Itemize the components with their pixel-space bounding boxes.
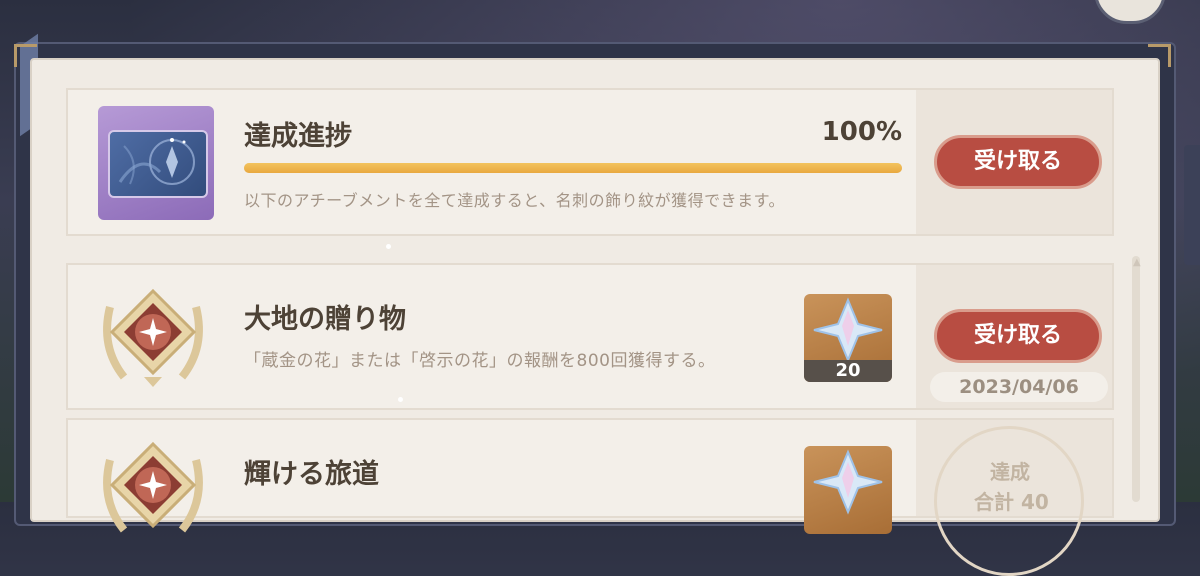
achievement-row: 輝ける旅道 達成 合計 40: [66, 418, 1114, 576]
side-tab[interactable]: [1184, 145, 1200, 265]
progress-bar: [244, 163, 902, 173]
progress-bar-fill: [244, 163, 902, 173]
reward-count: 20: [804, 360, 892, 382]
completion-date: 2023/04/06: [930, 372, 1108, 402]
claim-namecard-button[interactable]: 受け取る: [934, 135, 1102, 189]
progress-percent: 100%: [821, 117, 902, 147]
achievement-title: 輝ける旅道: [244, 459, 379, 490]
achievement-row: 大地の贈り物 「蔵金の花」または「啓示の花」の報酬を800回獲得する。 20 受…: [66, 263, 1114, 410]
achievement-laurel-icon: [103, 288, 203, 387]
progress-title: 達成進捗: [244, 121, 352, 152]
progress-description: 以下のアチーブメントを全て達成すると、名刺の飾り紋が獲得できます。: [244, 191, 785, 210]
claim-reward-button[interactable]: 受け取る: [934, 309, 1102, 363]
sparkle-decoration: [386, 244, 391, 249]
achievement-description: 「蔵金の花」または「啓示の花」の報酬を800回獲得する。: [244, 351, 716, 371]
scrollbar[interactable]: [1132, 256, 1140, 502]
completion-total: 合計 40: [974, 490, 1049, 514]
achievement-laurel-icon: [103, 441, 203, 533]
primogem-icon: [813, 297, 883, 363]
reward-item: [804, 446, 892, 534]
namecard-icon: [98, 106, 214, 220]
reward-item: 20: [804, 294, 892, 382]
sparkle-decoration: [398, 397, 403, 402]
primogem-icon: [813, 449, 883, 515]
achievement-title: 大地の贈り物: [244, 304, 406, 335]
progress-card: 達成進捗 100% 以下のアチーブメントを全て達成すると、名刺の飾り紋が獲得でき…: [66, 88, 1114, 236]
scroll-up-icon[interactable]: ▲: [1133, 258, 1141, 268]
completion-status: 達成: [990, 460, 1030, 484]
